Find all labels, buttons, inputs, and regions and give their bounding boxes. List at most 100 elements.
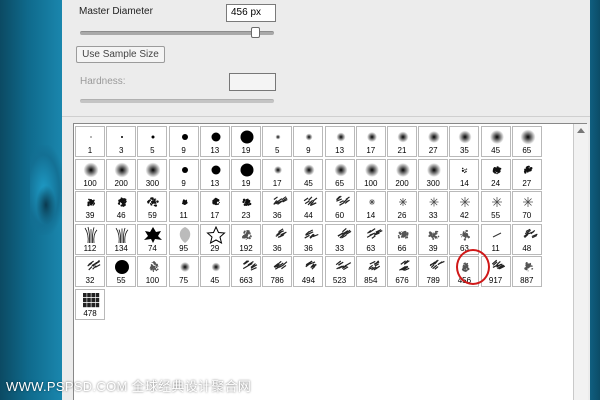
brush-preset-1[interactable]: 1	[75, 126, 105, 157]
brush-preset-5[interactable]: 5	[262, 126, 293, 157]
brush-size-label: 21	[397, 146, 407, 155]
brush-preset-300[interactable]: 300	[137, 158, 168, 190]
brush-preset-70[interactable]: 70	[511, 191, 542, 223]
brush-preset-46[interactable]: 46	[106, 191, 137, 223]
brush-preset-59[interactable]: 59	[137, 191, 168, 223]
brush-preset-5[interactable]: 5	[137, 126, 168, 157]
divider	[62, 116, 590, 117]
brush-preset-200[interactable]: 200	[387, 158, 417, 190]
brush-preset-300[interactable]: 300	[418, 158, 449, 190]
brush-size-label: 134	[114, 243, 128, 253]
brush-tip-preview-icon	[391, 258, 415, 276]
brush-preset-48[interactable]: 48	[511, 223, 542, 255]
brush-preset-55[interactable]: 55	[106, 256, 137, 288]
brush-preset-19[interactable]: 19	[231, 126, 261, 157]
brush-size-label: 70	[522, 211, 532, 221]
brush-preset-14[interactable]: 14	[355, 191, 386, 223]
brush-preset-112[interactable]: 112	[75, 223, 105, 255]
brush-preset-44[interactable]: 44	[293, 191, 324, 223]
brush-tip-preview-icon	[297, 128, 321, 146]
brush-preset-134[interactable]: 134	[106, 223, 137, 255]
brush-preset-13[interactable]: 13	[199, 158, 230, 190]
brush-preset-66[interactable]: 66	[387, 223, 417, 255]
brush-tip-preview-icon	[329, 128, 353, 146]
brush-preset-9[interactable]: 9	[168, 158, 199, 190]
brush-size-label: 11	[179, 211, 188, 221]
brush-preset-523[interactable]: 523	[324, 256, 355, 288]
brush-preset-65[interactable]: 65	[511, 126, 542, 157]
brush-preset-23[interactable]: 23	[231, 191, 261, 223]
brush-preset-494[interactable]: 494	[293, 256, 324, 288]
brush-preset-39[interactable]: 39	[418, 223, 449, 255]
brush-preset-100[interactable]: 100	[137, 256, 168, 288]
brush-preset-45[interactable]: 45	[480, 126, 511, 157]
brush-preset-63[interactable]: 63	[355, 223, 386, 255]
brush-preset-42[interactable]: 42	[449, 191, 480, 223]
hardness-field[interactable]	[229, 73, 276, 91]
brush-tip-preview-icon	[266, 193, 290, 211]
brush-preset-35[interactable]: 35	[449, 126, 480, 157]
brush-preset-65[interactable]: 65	[324, 158, 355, 190]
brush-preset-60[interactable]: 60	[324, 191, 355, 223]
brush-size-label: 100	[83, 178, 97, 188]
brush-size-label: 39	[428, 243, 438, 253]
brush-preset-854[interactable]: 854	[355, 256, 386, 288]
brush-preset-887[interactable]: 887	[511, 256, 542, 288]
brush-preset-24[interactable]: 24	[480, 158, 511, 190]
brush-preset-789[interactable]: 789	[418, 256, 449, 288]
brush-tip-preview-icon	[266, 128, 290, 146]
brush-preset-36[interactable]: 36	[262, 223, 293, 255]
brush-preset-33[interactable]: 33	[418, 191, 449, 223]
brush-preset-21[interactable]: 21	[387, 126, 417, 157]
brush-preset-74[interactable]: 74	[137, 223, 168, 255]
brush-preset-17[interactable]: 17	[262, 158, 293, 190]
scroll-up-arrow-icon[interactable]	[577, 128, 585, 133]
brush-preset-9[interactable]: 9	[168, 126, 199, 157]
brush-preset-11[interactable]: 11	[480, 223, 511, 255]
brush-preset-786[interactable]: 786	[262, 256, 293, 288]
brush-preset-13[interactable]: 13	[199, 126, 230, 157]
brush-preset-663[interactable]: 663	[231, 256, 261, 288]
brush-preset-32[interactable]: 32	[75, 256, 105, 288]
brush-preset-27[interactable]: 27	[418, 126, 449, 157]
brush-preset-676[interactable]: 676	[387, 256, 417, 288]
brush-preset-3[interactable]: 3	[106, 126, 137, 157]
brush-preset-55[interactable]: 55	[480, 191, 511, 223]
brush-size-label: 27	[522, 178, 532, 188]
brush-preset-45[interactable]: 45	[199, 256, 230, 288]
brush-preset-13[interactable]: 13	[324, 126, 355, 157]
brush-size-label: 48	[522, 243, 532, 253]
brush-preset-45[interactable]: 45	[293, 158, 324, 190]
brush-preset-27[interactable]: 27	[511, 158, 542, 190]
brush-preset-100[interactable]: 100	[75, 158, 105, 190]
brush-preset-29[interactable]: 29	[199, 223, 230, 255]
master-diameter-slider-thumb[interactable]	[250, 27, 260, 38]
hardness-slider[interactable]	[80, 99, 274, 103]
brush-size-label: 300	[145, 178, 160, 188]
brush-preset-11[interactable]: 11	[168, 191, 199, 223]
brush-preset-478[interactable]: 478	[75, 289, 105, 320]
brush-tip-preview-icon	[422, 258, 446, 276]
brush-preset-33[interactable]: 33	[324, 223, 355, 255]
use-sample-size-button[interactable]: Use Sample Size	[76, 46, 165, 63]
brush-preset-36[interactable]: 36	[293, 223, 324, 255]
brush-preset-26[interactable]: 26	[387, 191, 417, 223]
brush-preset-14[interactable]: 14	[449, 158, 480, 190]
brush-preset-100[interactable]: 100	[355, 158, 386, 190]
brush-preset-200[interactable]: 200	[106, 158, 137, 190]
presets-scrollbar[interactable]	[573, 124, 588, 400]
brush-preset-17[interactable]: 17	[199, 191, 230, 223]
master-diameter-field[interactable]: 456 px	[226, 4, 276, 22]
brush-preset-9[interactable]: 9	[293, 126, 324, 157]
brush-preset-36[interactable]: 36	[262, 191, 293, 223]
brush-preset-192[interactable]: 192	[231, 223, 261, 255]
brush-preset-75[interactable]: 75	[168, 256, 199, 288]
brush-size-label: 663	[239, 276, 253, 286]
brush-preset-19[interactable]: 19	[231, 158, 261, 190]
brush-preset-95[interactable]: 95	[168, 223, 199, 255]
master-diameter-slider[interactable]	[80, 31, 274, 35]
brush-preset-17[interactable]: 17	[355, 126, 386, 157]
brush-size-label: 494	[301, 276, 316, 286]
brush-preset-39[interactable]: 39	[75, 191, 105, 223]
brush-tip-preview-icon	[266, 161, 290, 179]
